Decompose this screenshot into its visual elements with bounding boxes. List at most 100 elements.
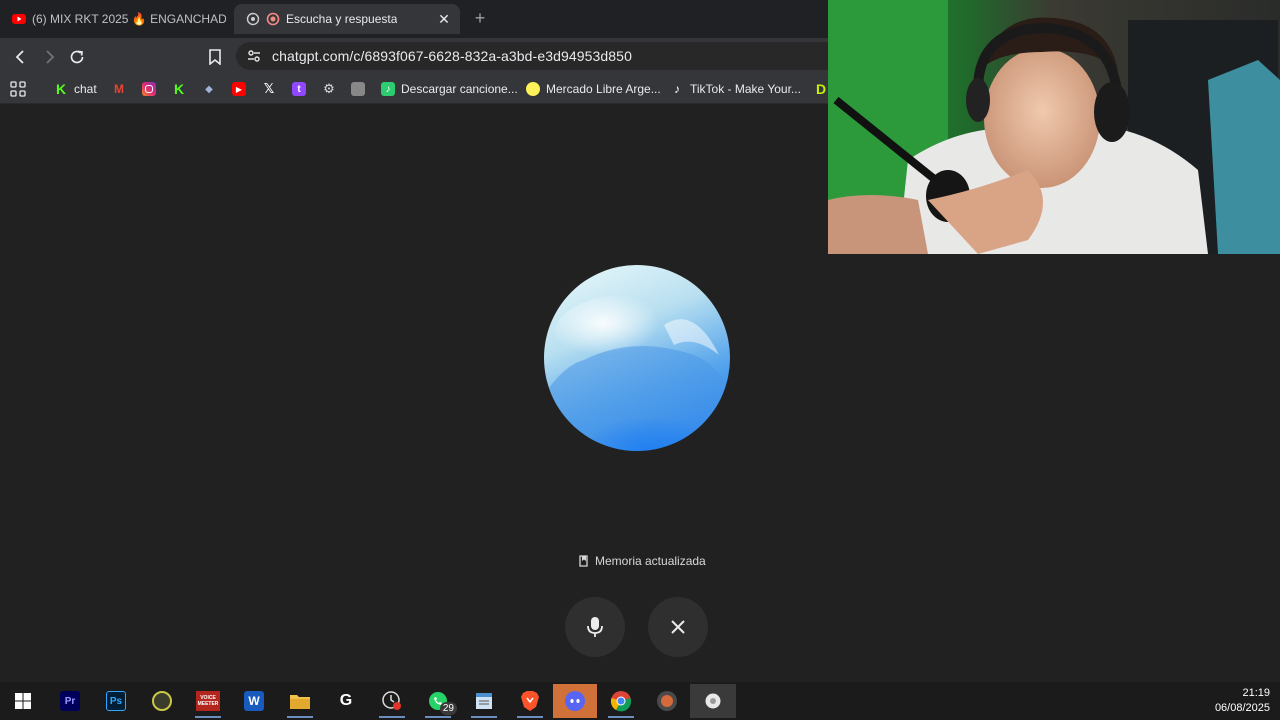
- bookmark-kick[interactable]: K: [172, 80, 186, 98]
- apps-grid-icon: [10, 81, 26, 97]
- chrome-icon: [610, 691, 632, 712]
- new-tab-button[interactable]: +: [470, 8, 490, 28]
- start-button[interactable]: [2, 684, 44, 718]
- bookmark-label: TikTok - Make Your...: [690, 82, 801, 96]
- kick-icon: K: [173, 81, 185, 97]
- app-button[interactable]: [646, 684, 688, 718]
- tab-title: Escucha y respuesta: [286, 12, 398, 26]
- voice-orb-graphic: [544, 265, 730, 451]
- ethereum-icon: ◆: [205, 83, 213, 95]
- end-voice-button[interactable]: [648, 597, 708, 657]
- recording-icon: [266, 12, 280, 26]
- d-icon: D: [815, 81, 827, 97]
- bookmark-ethereum[interactable]: ◆: [202, 80, 216, 98]
- apps-grid-button[interactable]: [10, 80, 26, 98]
- youtube-icon: [12, 14, 26, 24]
- discord-button[interactable]: [553, 684, 597, 718]
- brave-icon: [521, 691, 539, 711]
- bookmark-label: Mercado Libre Arge...: [546, 82, 661, 96]
- app-icon: [657, 691, 677, 711]
- bookmark-button[interactable]: [202, 44, 228, 70]
- voicemeeter-icon: VOICE MEETER: [196, 691, 220, 711]
- word-icon: W: [244, 691, 264, 711]
- openai-icon: ⚙: [323, 81, 335, 96]
- microphone-icon: [587, 617, 603, 637]
- bookmark-instagram[interactable]: [142, 80, 156, 98]
- instagram-icon: [142, 82, 156, 96]
- file-explorer-button[interactable]: [279, 684, 321, 718]
- whatsapp-button[interactable]: 29: [417, 684, 459, 718]
- browser-toolbar: chatgpt.com/c/6893f067-6628-832a-a3bd-e3…: [0, 38, 828, 74]
- obs-icon: [152, 691, 172, 711]
- premiere-button[interactable]: Pr: [49, 684, 91, 718]
- voice-orb: [544, 265, 730, 451]
- tab-voice-chat[interactable]: Escucha y respuesta ✕: [234, 4, 460, 34]
- clock-date: 06/08/2025: [1214, 702, 1270, 714]
- site-settings-icon[interactable]: [246, 48, 262, 64]
- chrome-button[interactable]: [600, 684, 642, 718]
- webcam-feed-image: [828, 0, 1280, 254]
- memory-icon: [579, 555, 588, 567]
- windows-icon: [15, 693, 31, 709]
- bookmark-chat[interactable]: Kchat: [54, 80, 97, 98]
- tab-youtube[interactable]: (6) MIX RKT 2025 🔥 ENGANCHADO: [0, 4, 226, 34]
- obs-button[interactable]: [141, 684, 183, 718]
- chatgpt-button[interactable]: [690, 684, 736, 718]
- webcam-overlay: [828, 0, 1280, 254]
- photoshop-button[interactable]: Ps: [95, 684, 137, 718]
- close-icon: [671, 620, 685, 634]
- bookmark-x[interactable]: 𝕏: [262, 80, 276, 98]
- bookmark-d[interactable]: D: [814, 80, 828, 98]
- kick-icon: K: [55, 81, 67, 97]
- system-clock[interactable]: 21:19 06/08/2025: [1215, 686, 1270, 716]
- chatgpt-icon: [705, 693, 721, 709]
- close-tab-icon[interactable]: ✕: [436, 11, 452, 27]
- forward-button[interactable]: [36, 44, 62, 70]
- voicemeeter-button[interactable]: VOICE MEETER: [187, 684, 229, 718]
- brave-button[interactable]: [509, 684, 551, 718]
- bookmark-twitch[interactable]: t: [292, 80, 306, 98]
- tab-title: (6) MIX RKT 2025 🔥 ENGANCHADO: [32, 12, 226, 26]
- file-explorer-icon: [290, 695, 310, 709]
- whatsapp-badge: 29: [439, 702, 457, 715]
- bookmark-tiktok[interactable]: ♪ TikTok - Make Your...: [670, 80, 801, 98]
- premiere-icon: Pr: [60, 691, 80, 711]
- notepad-button[interactable]: [463, 684, 505, 718]
- back-button[interactable]: [8, 44, 34, 70]
- tiktok-icon: ♪: [674, 82, 680, 96]
- forward-arrow-icon: [46, 50, 55, 64]
- music-download-icon: ♪: [381, 82, 395, 96]
- bookmark-mercadolibre[interactable]: Mercado Libre Arge...: [526, 80, 661, 98]
- bookmark-youtube[interactable]: ▶: [232, 80, 246, 98]
- memory-status-text: Memoria actualizada: [595, 554, 706, 568]
- photoshop-icon: Ps: [106, 691, 126, 711]
- twitch-icon: t: [292, 82, 306, 96]
- logitech-icon: G: [339, 692, 353, 709]
- discord-icon: [565, 691, 585, 711]
- clock-app-icon: [382, 691, 401, 710]
- clock-time: 21:19: [1242, 687, 1270, 699]
- x-icon: 𝕏: [263, 81, 275, 96]
- memory-updated-status: Memoria actualizada: [578, 553, 706, 569]
- bookmark-openai[interactable]: ⚙: [322, 80, 336, 98]
- logitech-button[interactable]: G: [325, 684, 367, 718]
- bookmark-gmail[interactable]: M: [112, 80, 126, 98]
- word-button[interactable]: W: [233, 684, 275, 718]
- address-bar[interactable]: chatgpt.com/c/6893f067-6628-832a-a3bd-e3…: [236, 42, 828, 70]
- bookmark-label: Descargar cancione...: [401, 82, 518, 96]
- openai-icon: [246, 12, 260, 26]
- bookmark-image[interactable]: [351, 80, 365, 98]
- back-arrow-icon: [15, 50, 24, 64]
- image-icon: [351, 82, 365, 96]
- mercadolibre-icon: [526, 82, 540, 96]
- clock-app-button[interactable]: [371, 684, 413, 718]
- bookmark-descargar[interactable]: ♪ Descargar cancione...: [381, 80, 518, 98]
- bookmark-icon: [209, 49, 221, 65]
- reload-button[interactable]: [64, 44, 90, 70]
- reload-icon: [70, 50, 84, 64]
- taskbar: Pr Ps VOICE MEETER W G 29 21:19 06/08/20…: [0, 682, 1280, 720]
- gmail-icon: M: [114, 82, 124, 96]
- microphone-button[interactable]: [565, 597, 625, 657]
- bookmark-label: chat: [74, 82, 97, 96]
- bookmarks-bar: Kchat M K ◆ ▶ 𝕏 t ⚙ ♪ Descargar cancione.…: [0, 74, 828, 104]
